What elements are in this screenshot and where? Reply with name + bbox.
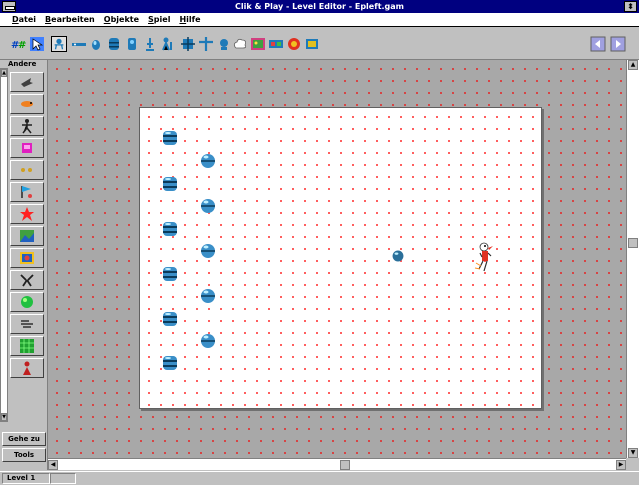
- picture-icon[interactable]: [250, 36, 266, 52]
- barrel-object[interactable]: [161, 129, 179, 147]
- window-title: Clik & Play - Level Editor - Epleft.gam: [234, 2, 405, 11]
- menu-objekte[interactable]: Objekte: [104, 15, 139, 24]
- palette-scroll-down[interactable]: ▼: [1, 413, 7, 421]
- maximize-button[interactable]: ⬍: [624, 1, 637, 12]
- tile-icon[interactable]: [304, 36, 320, 52]
- gear-robot-icon[interactable]: [180, 36, 196, 52]
- player-character[interactable]: [472, 241, 494, 273]
- object-palette: Andere ▲ ▼ Gehe zu Tools: [0, 60, 48, 470]
- globe-icon[interactable]: [286, 36, 302, 52]
- barrel-object[interactable]: [161, 265, 179, 283]
- scroll-up-arrow[interactable]: ▲: [628, 60, 638, 70]
- vertical-scrollbar[interactable]: ▲ ▼: [626, 60, 639, 458]
- green-blob-icon[interactable]: [10, 292, 44, 312]
- level-indicator: Level 1: [2, 473, 50, 484]
- magenta-box-icon[interactable]: [10, 138, 44, 158]
- spring-character-icon[interactable]: [51, 36, 67, 52]
- puzzle-icon[interactable]: [10, 270, 44, 290]
- title-bar: Clik & Play - Level Editor - Epleft.gam …: [0, 0, 639, 13]
- status-bar: Level 1: [0, 471, 639, 485]
- menu-bar: Datei Bearbeiten Objekte Spiel Hilfe: [0, 13, 639, 27]
- ball-object[interactable]: [199, 152, 217, 170]
- palette-header: Andere: [8, 60, 37, 68]
- svg-text:#: #: [18, 40, 26, 51]
- barrel-object[interactable]: [161, 310, 179, 328]
- picture-icon[interactable]: [10, 226, 44, 246]
- gem-character-icon[interactable]: [88, 36, 104, 52]
- barrel-object[interactable]: [161, 354, 179, 372]
- view-mode-icon[interactable]: # #: [11, 36, 27, 52]
- painting-icon[interactable]: [10, 248, 44, 268]
- cross-icon[interactable]: [198, 36, 214, 52]
- small-ball-object[interactable]: [391, 249, 405, 263]
- ball-character-icon[interactable]: [216, 36, 232, 52]
- platform-icon[interactable]: [71, 36, 87, 52]
- barrel-object[interactable]: [161, 175, 179, 193]
- menu-datei[interactable]: Datei: [12, 15, 36, 24]
- vertical-scroll-thumb[interactable]: [628, 238, 638, 248]
- person-icon[interactable]: [160, 36, 176, 52]
- barrel-object[interactable]: [161, 220, 179, 238]
- horizontal-scroll-thumb[interactable]: [340, 460, 350, 470]
- lines-icon[interactable]: [10, 314, 44, 334]
- scroll-down-arrow[interactable]: ▼: [628, 448, 638, 458]
- menu-bearbeiten[interactable]: Bearbeiten: [45, 15, 95, 24]
- bird-icon[interactable]: [10, 94, 44, 114]
- green-grid-icon[interactable]: [10, 336, 44, 356]
- toolbar: # #: [0, 28, 639, 60]
- figure-icon[interactable]: [10, 116, 44, 136]
- scroll-right-icon[interactable]: [610, 36, 626, 52]
- level-area[interactable]: [139, 107, 542, 409]
- tools-button[interactable]: Tools: [2, 448, 46, 462]
- trophy-icon[interactable]: [142, 36, 158, 52]
- flag-icon[interactable]: [10, 182, 44, 202]
- scroll-left-arrow[interactable]: ◀: [48, 460, 58, 470]
- strip-icon[interactable]: [268, 36, 284, 52]
- barrel-icon[interactable]: [106, 36, 122, 52]
- scroll-right-arrow[interactable]: ▶: [616, 460, 626, 470]
- status-cell: [50, 473, 76, 484]
- palette-scroll-up[interactable]: ▲: [1, 69, 7, 77]
- palette-scrollbar[interactable]: ▲ ▼: [0, 68, 8, 422]
- cloud-icon[interactable]: [232, 36, 248, 52]
- ball-object[interactable]: [199, 197, 217, 215]
- menu-hilfe[interactable]: Hilfe: [179, 15, 200, 24]
- ball-object[interactable]: [199, 242, 217, 260]
- dots-icon[interactable]: [10, 160, 44, 180]
- ball-object[interactable]: [199, 287, 217, 305]
- arrow-icon[interactable]: [10, 72, 44, 92]
- editor-canvas[interactable]: [48, 60, 626, 458]
- ball-object[interactable]: [199, 332, 217, 350]
- goto-button[interactable]: Gehe zu: [2, 432, 46, 446]
- menu-spiel[interactable]: Spiel: [148, 15, 170, 24]
- tank-icon[interactable]: [124, 36, 140, 52]
- scroll-left-icon[interactable]: [590, 36, 606, 52]
- pointer-icon[interactable]: [29, 36, 45, 52]
- red-figure-icon[interactable]: [10, 358, 44, 378]
- system-menu-button[interactable]: [2, 1, 16, 12]
- star-icon[interactable]: [10, 204, 44, 224]
- horizontal-scrollbar[interactable]: ◀ ▶: [48, 458, 626, 470]
